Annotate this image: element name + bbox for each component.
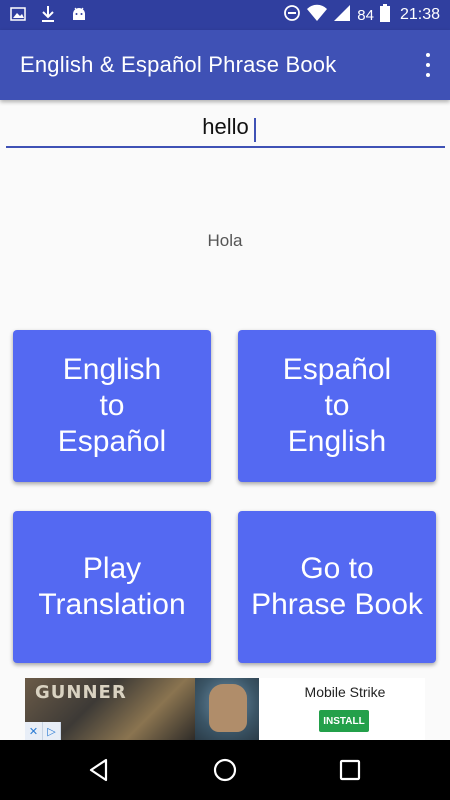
- ad-install-button[interactable]: INSTALL: [319, 710, 369, 732]
- english-to-espanol-label: English to Español: [57, 353, 167, 458]
- download-icon: [40, 5, 56, 28]
- clock: 21:38: [399, 6, 440, 23]
- go-to-phrase-book-button[interactable]: Go to Phrase Book: [238, 511, 436, 663]
- ad-title[interactable]: Mobile Strike: [275, 684, 415, 700]
- phrase-input-container: [6, 108, 445, 148]
- wifi-icon: [307, 4, 328, 26]
- espanol-to-english-label: Español to English: [282, 353, 392, 458]
- status-notifications: [10, 5, 88, 28]
- navigation-bar: [0, 740, 450, 800]
- phrase-input[interactable]: [6, 108, 445, 146]
- android-icon: [70, 5, 88, 28]
- ad-close-icon[interactable]: ✕: [25, 722, 43, 740]
- app-bar: English & Español Phrase Book: [0, 30, 450, 100]
- go-to-phrase-book-label: Go to Phrase Book: [251, 552, 423, 621]
- english-to-espanol-button[interactable]: English to Español: [13, 330, 211, 482]
- translation-output: Hola: [207, 231, 243, 250]
- battery-icon: [379, 4, 390, 26]
- ad-app-icon[interactable]: [195, 678, 259, 740]
- app-title: English & Español Phrase Book: [20, 52, 337, 77]
- home-icon[interactable]: [211, 756, 239, 784]
- ad-banner[interactable]: GUNNER ✕ ▷ Mobile Strike INSTALL: [25, 678, 425, 740]
- text-cursor: [254, 118, 256, 142]
- ad-banner-text: GUNNER: [35, 682, 127, 703]
- status-bar: 84 21:38: [0, 0, 450, 30]
- signal-icon: [333, 4, 351, 26]
- overflow-menu-icon[interactable]: [418, 50, 438, 80]
- play-translation-label: Play Translation: [38, 552, 186, 621]
- status-indicators: 84 21:38: [283, 4, 440, 26]
- recents-icon[interactable]: [336, 756, 364, 784]
- image-icon: [10, 6, 26, 27]
- ad-choices-icon[interactable]: ▷: [43, 722, 61, 740]
- ad-image[interactable]: GUNNER ✕ ▷: [25, 678, 195, 740]
- play-translation-button[interactable]: Play Translation: [13, 511, 211, 663]
- ad-choices[interactable]: ✕ ▷: [25, 722, 61, 740]
- sync-icon: [283, 4, 301, 26]
- back-icon[interactable]: [86, 756, 114, 784]
- espanol-to-english-button[interactable]: Español to English: [238, 330, 436, 482]
- battery-percent: 84: [357, 6, 374, 24]
